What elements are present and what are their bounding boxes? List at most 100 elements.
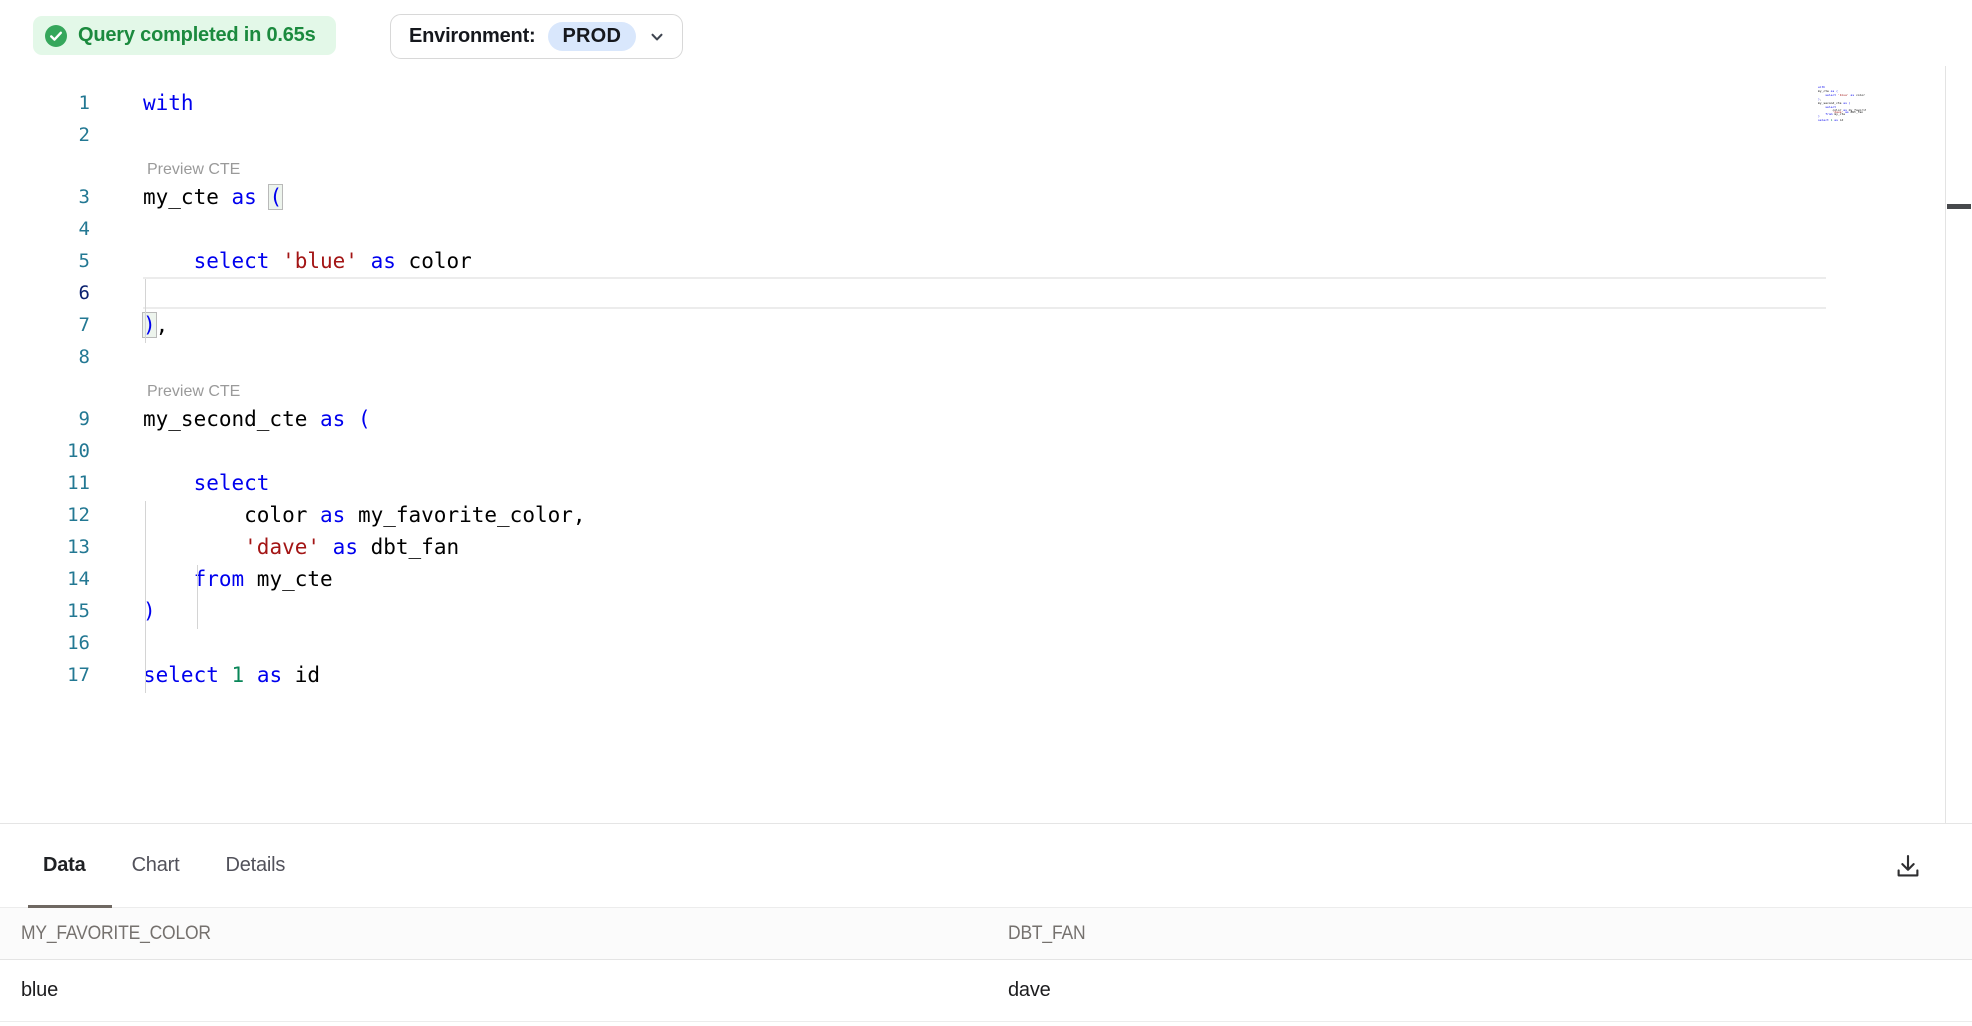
code-line-4[interactable]: 4 bbox=[0, 213, 1972, 245]
results-table-body: bluedave bbox=[0, 960, 1972, 1022]
code-token: as bbox=[232, 185, 270, 209]
code-token: 'blue' bbox=[282, 249, 371, 273]
line-number: 5 bbox=[0, 245, 90, 277]
line-number: 14 bbox=[0, 563, 90, 595]
code-text: select bbox=[143, 467, 269, 499]
tab-data[interactable]: Data bbox=[43, 854, 86, 877]
code-line-7[interactable]: 7), bbox=[0, 309, 1972, 341]
environment-selector[interactable]: Environment: PROD bbox=[390, 14, 683, 59]
code-token: as bbox=[320, 503, 358, 527]
current-line-highlight bbox=[143, 277, 1826, 309]
code-token bbox=[143, 471, 194, 495]
line-number: 2 bbox=[0, 119, 90, 151]
codelens-label[interactable]: Preview CTE bbox=[147, 161, 240, 181]
tab-details[interactable]: Details bbox=[225, 854, 285, 877]
code-text: ), bbox=[143, 309, 168, 341]
results-table-header: MY_FAVORITE_COLORDBT_FAN bbox=[0, 907, 1972, 960]
query-status-text: Query completed in 0.65s bbox=[78, 24, 316, 47]
indent-guide bbox=[145, 279, 146, 343]
code-token: , bbox=[156, 313, 169, 337]
code-token: color bbox=[143, 503, 320, 527]
code-token: 'dave' bbox=[244, 535, 333, 559]
line-number: 16 bbox=[0, 627, 90, 659]
column-header-my_favorite_color: MY_FAVORITE_COLOR bbox=[0, 923, 988, 945]
code-line-5[interactable]: 5 select 'blue' as color bbox=[0, 245, 1972, 277]
code-line-12[interactable]: 12 color as my_favorite_color, bbox=[0, 499, 1972, 531]
query-status-bar: Query completed in 0.65s Environment: PR… bbox=[0, 0, 1972, 66]
code-text: from my_cte bbox=[143, 563, 333, 595]
code-line-11[interactable]: 11 select bbox=[0, 467, 1972, 499]
code-token: select bbox=[143, 663, 232, 687]
code-token: with bbox=[143, 91, 194, 115]
code-token: id bbox=[295, 663, 320, 687]
code-text: select 'blue' as color bbox=[143, 245, 472, 277]
line-number: 4 bbox=[0, 213, 90, 245]
check-circle-icon bbox=[45, 25, 67, 47]
preview-cte-codelens[interactable]: Preview CTE bbox=[0, 151, 1972, 181]
code-token: select bbox=[194, 471, 270, 495]
results-tab-bar: Data Chart Details bbox=[0, 824, 1972, 907]
table-row: bluedave bbox=[0, 960, 1972, 1022]
code-text: my_second_cte as ( bbox=[143, 403, 371, 435]
tab-chart[interactable]: Chart bbox=[132, 854, 180, 877]
line-number: 10 bbox=[0, 435, 90, 467]
code-token bbox=[143, 567, 194, 591]
code-token: my_cte bbox=[143, 185, 232, 209]
code-line-10[interactable]: 10 bbox=[0, 435, 1972, 467]
code-token: dbt_fan bbox=[371, 535, 460, 559]
code-line-13[interactable]: 13 'dave' as dbt_fan bbox=[0, 531, 1972, 563]
line-number: 12 bbox=[0, 499, 90, 531]
environment-label: Environment: bbox=[409, 25, 536, 48]
code-token: as bbox=[333, 535, 371, 559]
code-text: with bbox=[143, 87, 194, 119]
preview-cte-codelens[interactable]: Preview CTE bbox=[0, 373, 1972, 403]
line-number: 13 bbox=[0, 531, 90, 563]
code-line-1[interactable]: 1 with bbox=[0, 87, 1972, 119]
code-line-16[interactable]: 16 bbox=[0, 627, 1972, 659]
code-line-14[interactable]: 14 from my_cte bbox=[0, 563, 1972, 595]
code-line-15[interactable]: 15) bbox=[0, 595, 1972, 627]
line-number: 1 bbox=[0, 87, 90, 119]
active-tab-underline bbox=[28, 905, 112, 908]
code-token: my_favorite_color, bbox=[358, 503, 586, 527]
line-number: 6 bbox=[0, 277, 90, 309]
table-cell: blue bbox=[0, 979, 988, 1002]
code-line-3[interactable]: 3 my_cte as ( bbox=[0, 181, 1972, 213]
code-line-9[interactable]: 9my_second_cte as ( bbox=[0, 403, 1972, 435]
code-line-6[interactable]: 6 bbox=[0, 277, 1972, 309]
code-token: my_cte bbox=[257, 567, 333, 591]
code-token: as bbox=[257, 663, 295, 687]
code-text: color as my_favorite_color, bbox=[143, 499, 586, 531]
code-line-8[interactable]: 8 bbox=[0, 341, 1972, 373]
overview-ruler-cursor-marker bbox=[1947, 204, 1971, 209]
editor-lines[interactable]: 1with2Preview CTE3my_cte as (45 select '… bbox=[0, 87, 1972, 691]
results-panel: Data Chart Details MY_FAVORITE_COLORDBT_FA… bbox=[0, 823, 1972, 1026]
code-token: select bbox=[194, 249, 283, 273]
code-text: 'dave' as dbt_fan bbox=[143, 531, 459, 563]
line-number: 17 bbox=[0, 659, 90, 691]
code-token: color bbox=[409, 249, 472, 273]
download-icon bbox=[1893, 851, 1923, 881]
code-token: my_second_cte bbox=[143, 407, 320, 431]
column-header-dbt_fan: DBT_FAN bbox=[988, 923, 1972, 945]
chevron-down-icon bbox=[648, 28, 666, 46]
code-token: 1 bbox=[232, 663, 257, 687]
line-number: 8 bbox=[0, 341, 90, 373]
overview-ruler[interactable] bbox=[1945, 66, 1972, 823]
line-number: 11 bbox=[0, 467, 90, 499]
code-line-2[interactable]: 2 bbox=[0, 119, 1972, 151]
matched-bracket: ( bbox=[269, 185, 282, 209]
app-window: Query completed in 0.65s Environment: PR… bbox=[0, 0, 1972, 1026]
environment-value-badge: PROD bbox=[548, 22, 637, 51]
editor-minimap[interactable]: with my_cte as ( select 'blue' as color … bbox=[1818, 86, 1866, 130]
line-number: 3 bbox=[0, 181, 90, 213]
code-token bbox=[143, 249, 194, 273]
sql-editor[interactable]: 1with2Preview CTE3my_cte as (45 select '… bbox=[0, 66, 1972, 823]
code-line-17[interactable]: 17 select 1 as id bbox=[0, 659, 1972, 691]
codelens-label[interactable]: Preview CTE bbox=[147, 383, 240, 403]
code-text: my_cte as ( bbox=[143, 181, 282, 213]
table-cell: dave bbox=[988, 979, 1972, 1002]
line-number: 15 bbox=[0, 595, 90, 627]
code-text: select 1 as id bbox=[143, 659, 320, 691]
download-results-button[interactable] bbox=[1888, 846, 1928, 886]
